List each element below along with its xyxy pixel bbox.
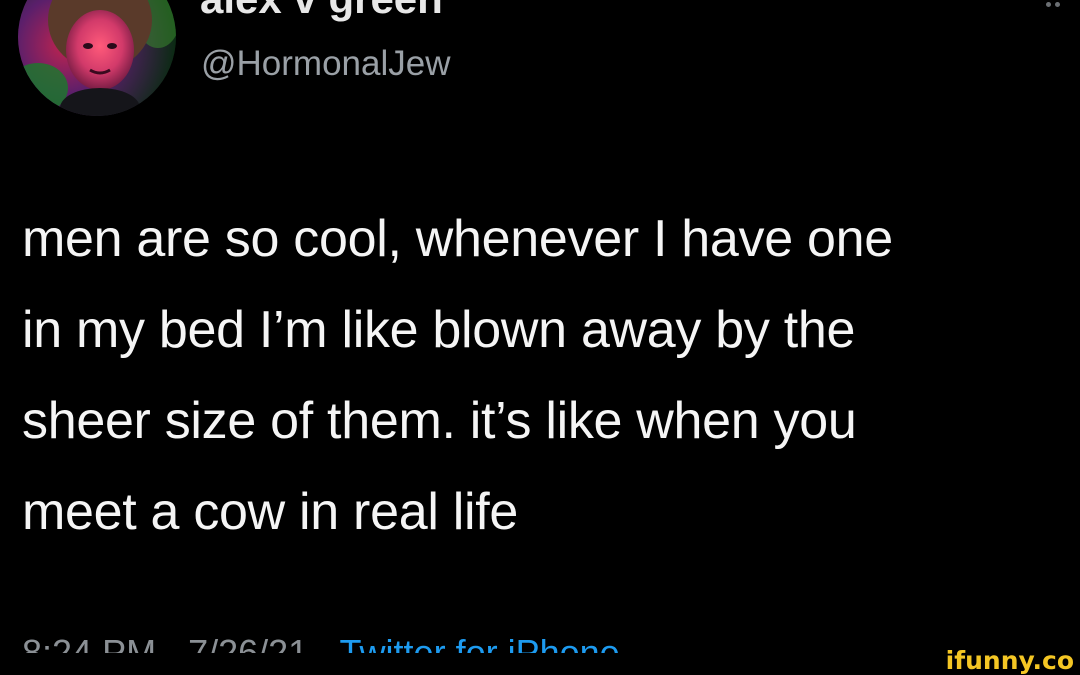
profile-avatar[interactable] <box>18 0 176 116</box>
ifunny-watermark: ifunny.co <box>945 646 1074 675</box>
avatar-photo <box>18 0 176 116</box>
tweet-card: alex v green @HormonalJew men are so coo… <box>0 0 1080 675</box>
dot <box>1046 2 1051 7</box>
user-handle[interactable]: @HormonalJew <box>201 44 451 84</box>
more-dots-icon[interactable] <box>1046 2 1066 10</box>
footer-bar <box>0 653 1080 675</box>
dot <box>1055 2 1060 7</box>
display-name[interactable]: alex v green <box>200 0 443 23</box>
tweet-text: men are so cool, whenever I have one in … <box>22 210 893 541</box>
